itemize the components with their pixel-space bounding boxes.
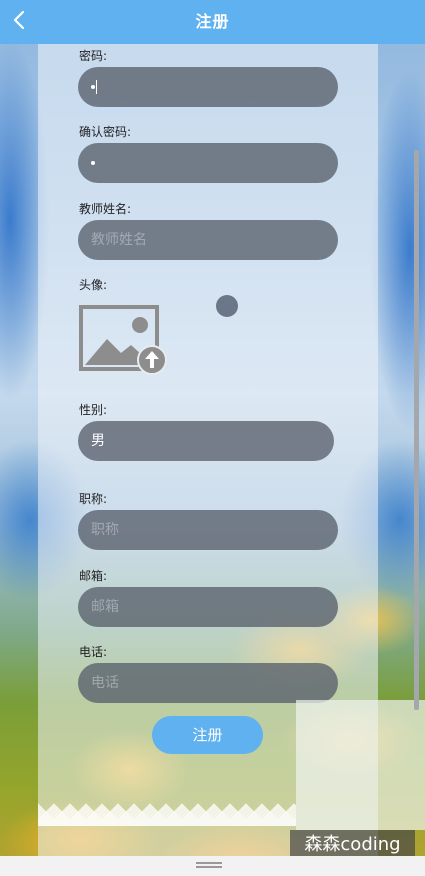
app-header: 注册 (0, 0, 425, 44)
title-field[interactable]: 职称 (78, 510, 338, 550)
gender-label: 性别: (79, 403, 108, 417)
register-button[interactable]: 注册 (152, 716, 263, 754)
teacher-name-label: 教师姓名: (79, 202, 132, 216)
password-label: 密码: (79, 49, 108, 63)
password-mask (91, 161, 95, 165)
image-fade (296, 700, 425, 830)
confirm-password-label: 确认密码: (79, 125, 132, 139)
phone-label: 电话: (79, 645, 108, 659)
email-placeholder: 邮箱 (91, 599, 119, 615)
bottom-nav-bar (0, 856, 425, 876)
decorative-grass (38, 796, 296, 826)
title-label: 职称: (79, 492, 108, 506)
avatar-label: 头像: (79, 278, 108, 292)
phone-field[interactable]: 电话 (78, 663, 338, 703)
title-placeholder: 职称 (91, 522, 119, 538)
email-label: 邮箱: (79, 569, 108, 583)
password-field[interactable] (78, 67, 338, 107)
phone-placeholder: 电话 (91, 675, 119, 691)
gender-field[interactable]: 男 (78, 421, 334, 461)
teacher-name-placeholder: 教师姓名 (91, 232, 147, 248)
gender-value: 男 (91, 433, 105, 449)
email-field[interactable]: 邮箱 (78, 587, 338, 627)
text-caret (96, 80, 97, 94)
image-upload-icon[interactable] (79, 305, 169, 377)
menu-handle-icon[interactable] (196, 862, 222, 864)
scrollbar[interactable] (414, 150, 419, 710)
confirm-password-field[interactable] (78, 143, 338, 183)
teacher-name-field[interactable]: 教师姓名 (78, 220, 338, 260)
touch-indicator (216, 295, 238, 317)
password-mask (91, 85, 95, 89)
page-title: 注册 (195, 12, 230, 31)
